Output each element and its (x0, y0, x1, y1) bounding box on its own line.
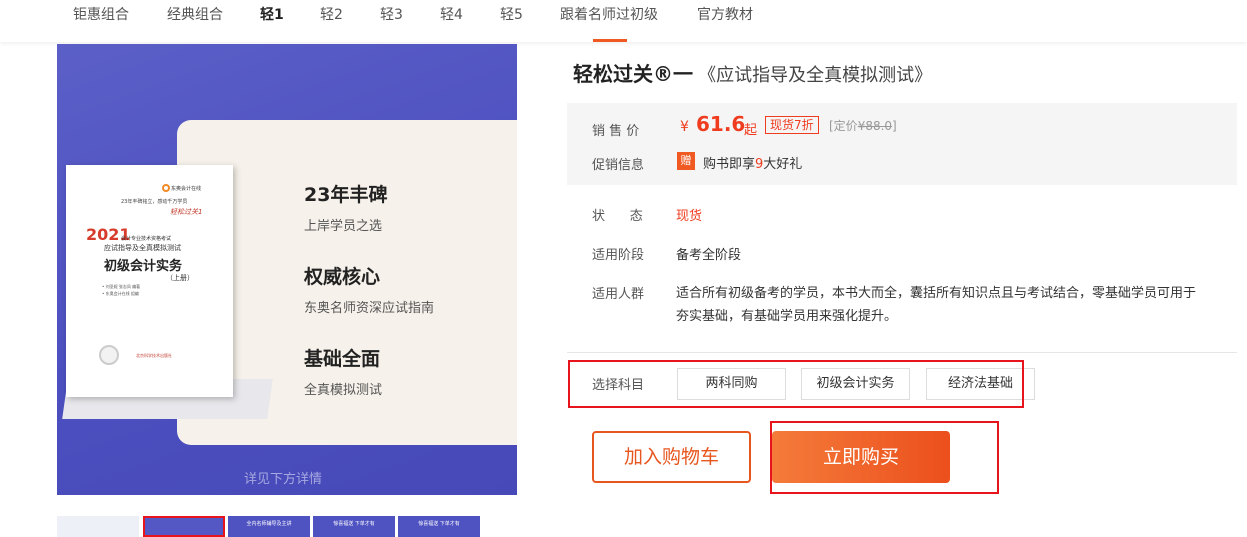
thumbnail-label: 惊喜福送 下单才有 (333, 521, 375, 527)
feature-2: 权威核心 东奥名师资深应试指南 (304, 262, 434, 316)
original-price-value: ¥88.0 (857, 119, 893, 133)
feature-1: 23年丰碑 上岸学员之选 (304, 180, 387, 234)
feature-2-heading: 权威核心 (304, 266, 381, 288)
book-subtitle-2: 应试指导及全真模拟测试 (104, 244, 181, 252)
book-authors: • 刘圣妮 张志凤 编著 • 东奥会计在线 组编 (102, 283, 140, 297)
status-label: 状 态 (592, 209, 643, 224)
promo-info[interactable]: 购书即享9大好礼 (703, 153, 802, 172)
thumbnail-4[interactable]: 惊喜福送 下单才有 (313, 516, 395, 537)
thumbnail-2[interactable] (143, 516, 225, 537)
feature-1-sub: 上岸学员之选 (304, 219, 383, 234)
book-series: 轻松过关1 (170, 208, 203, 216)
promo-label: 促销信息 (592, 158, 645, 173)
thumbnail-3[interactable]: 全内名师辅导及主讲 (228, 516, 310, 537)
promo-text-before: 购书即享 (703, 157, 756, 172)
thumbnail-1[interactable] (57, 516, 139, 537)
price-value: 61.6 (696, 112, 746, 136)
price-suffix: 起 (744, 123, 758, 138)
nav-item-qing1[interactable]: 轻1 (260, 4, 284, 24)
feature-3-sub: 全真模拟测试 (304, 383, 383, 398)
nav-item-qing4[interactable]: 轻4 (440, 4, 463, 24)
thumbnail-label: 惊喜福送 下单才有 (418, 521, 460, 527)
nav-item-classic-bundle[interactable]: 经典组合 (167, 4, 223, 24)
nav-item-qing3[interactable]: 轻3 (380, 4, 403, 24)
add-to-cart-button[interactable]: 加入购物车 (592, 431, 751, 483)
discount-badge: 现货7折 (765, 116, 819, 134)
book-title: 初级会计实务 (104, 259, 183, 274)
price-currency: ¥ (680, 119, 689, 135)
promo-text-after: 大好礼 (763, 157, 803, 172)
book-subtitle-1: 会计专业技术资格考试 (121, 236, 172, 242)
book-publisher: 东奥会计在线 (171, 186, 202, 192)
stage-label: 适用阶段 (592, 248, 645, 263)
original-price: [定价¥88.0] (829, 117, 897, 134)
publisher-logo-icon (162, 184, 170, 192)
price-label: 销 售 价 (592, 124, 640, 139)
feature-3-heading: 基础全面 (304, 348, 381, 370)
top-nav: 钜惠组合 经典组合 轻1 轻2 轻3 轻4 轻5 跟着名师过初级 官方教材 (0, 0, 1247, 42)
nav-item-qing5[interactable]: 轻5 (500, 4, 523, 24)
nav-item-official-textbook[interactable]: 官方教材 (697, 4, 753, 24)
see-details-below: 详见下方详情 (244, 472, 323, 487)
book-author-line: • 东奥会计在线 组编 (102, 291, 139, 296)
audience-value: 适合所有初级备考的学员，本书大而全，囊括所有知识点且与考试结合，零基础学员可用于… (676, 286, 1197, 324)
price-box (567, 103, 1237, 185)
original-price-suffix: ] (892, 119, 897, 133)
divider (567, 352, 1237, 353)
feature-2-sub: 东奥名师资深应试指南 (304, 301, 435, 316)
product-title: 轻松过关®一 《应试指导及全真模拟测试》 (573, 58, 932, 87)
nav-active-indicator (593, 39, 627, 42)
feature-3: 基础全面 全真模拟测试 (304, 344, 382, 398)
annotation-box-subjects (568, 360, 1024, 408)
original-price-prefix: [定价 (829, 119, 858, 133)
book-cover: 东奥会计在线 23年丰碑铭立，感动千万学员 轻松过关1 2021 会计专业技术资… (66, 165, 233, 397)
status-value: 现货 (676, 209, 703, 224)
feature-1-heading: 23年丰碑 (304, 184, 388, 206)
book-press: 北京科学技术出版社 (136, 353, 172, 358)
nav-item-qing2[interactable]: 轻2 (320, 4, 343, 24)
book-volume: （上册） (166, 274, 194, 282)
thumbnail-label: 全内名师辅导及主讲 (246, 521, 292, 527)
nav-item-teacher[interactable]: 跟着名师过初级 (560, 4, 658, 24)
product-title-brand: 轻松过关®一 (573, 62, 693, 86)
product-title-name: 《应试指导及全真模拟测试》 (698, 65, 933, 86)
thumbnail-5[interactable]: 惊喜福送 下单才有 (398, 516, 480, 537)
annotation-box-buy (770, 421, 999, 494)
book-author-line: • 刘圣妮 张志凤 编著 (102, 284, 141, 289)
stage-value: 备考全阶段 (676, 248, 742, 263)
gift-icon: 赠 (677, 152, 695, 170)
book-slogan: 23年丰碑铭立，感动千万学员 (121, 199, 188, 205)
product-main-image[interactable]: 23年丰碑 上岸学员之选 权威核心 东奥名师资深应试指南 基础全面 全真模拟测试… (57, 44, 517, 495)
disc-icon (99, 345, 119, 365)
nav-item-bundle-deals[interactable]: 钜惠组合 (73, 4, 129, 24)
audience-label: 适用人群 (592, 287, 645, 302)
